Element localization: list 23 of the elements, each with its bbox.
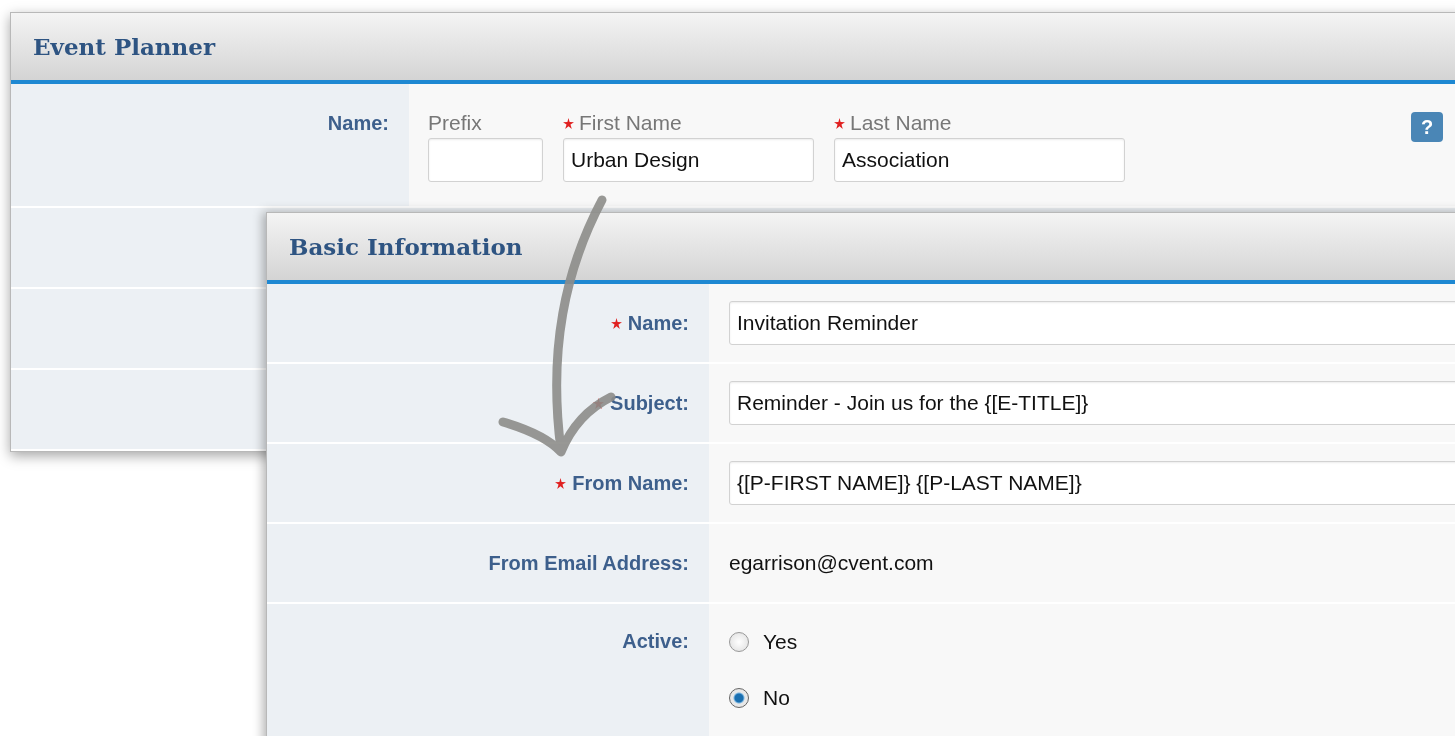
radio-button[interactable] (729, 632, 749, 652)
radio-label[interactable]: No (763, 686, 790, 710)
input-field[interactable]: Invitation Reminder (729, 301, 1455, 345)
field-label: From Name: (572, 471, 689, 495)
panel-title: Event Planner (33, 33, 215, 60)
field-value: egarrison@cvent.com (729, 551, 934, 575)
field-label: Subject: (610, 391, 689, 415)
field-label: Active: (622, 630, 689, 653)
input-field[interactable]: Association (834, 138, 1125, 182)
field-label: Name: (327, 112, 389, 135)
field-label: Prefix (428, 111, 482, 135)
field-label: Name: (627, 311, 689, 335)
radio-button[interactable] (729, 688, 749, 708)
field-label: First Name (579, 111, 682, 135)
input-field[interactable]: Urban Design (563, 138, 814, 182)
field-label: Last Name (850, 111, 952, 135)
panel-title: Basic Information (289, 233, 523, 260)
field-label: From Email Address: (488, 551, 689, 575)
help-icon[interactable]: ? (1411, 112, 1443, 142)
radio-label[interactable]: Yes (763, 630, 798, 654)
input-field[interactable]: Reminder - Join us for the {[E-TITLE]} (729, 381, 1455, 425)
input-field[interactable] (428, 138, 543, 182)
input-field[interactable]: {[P-FIRST NAME]} {[P-LAST NAME]} (729, 461, 1455, 505)
